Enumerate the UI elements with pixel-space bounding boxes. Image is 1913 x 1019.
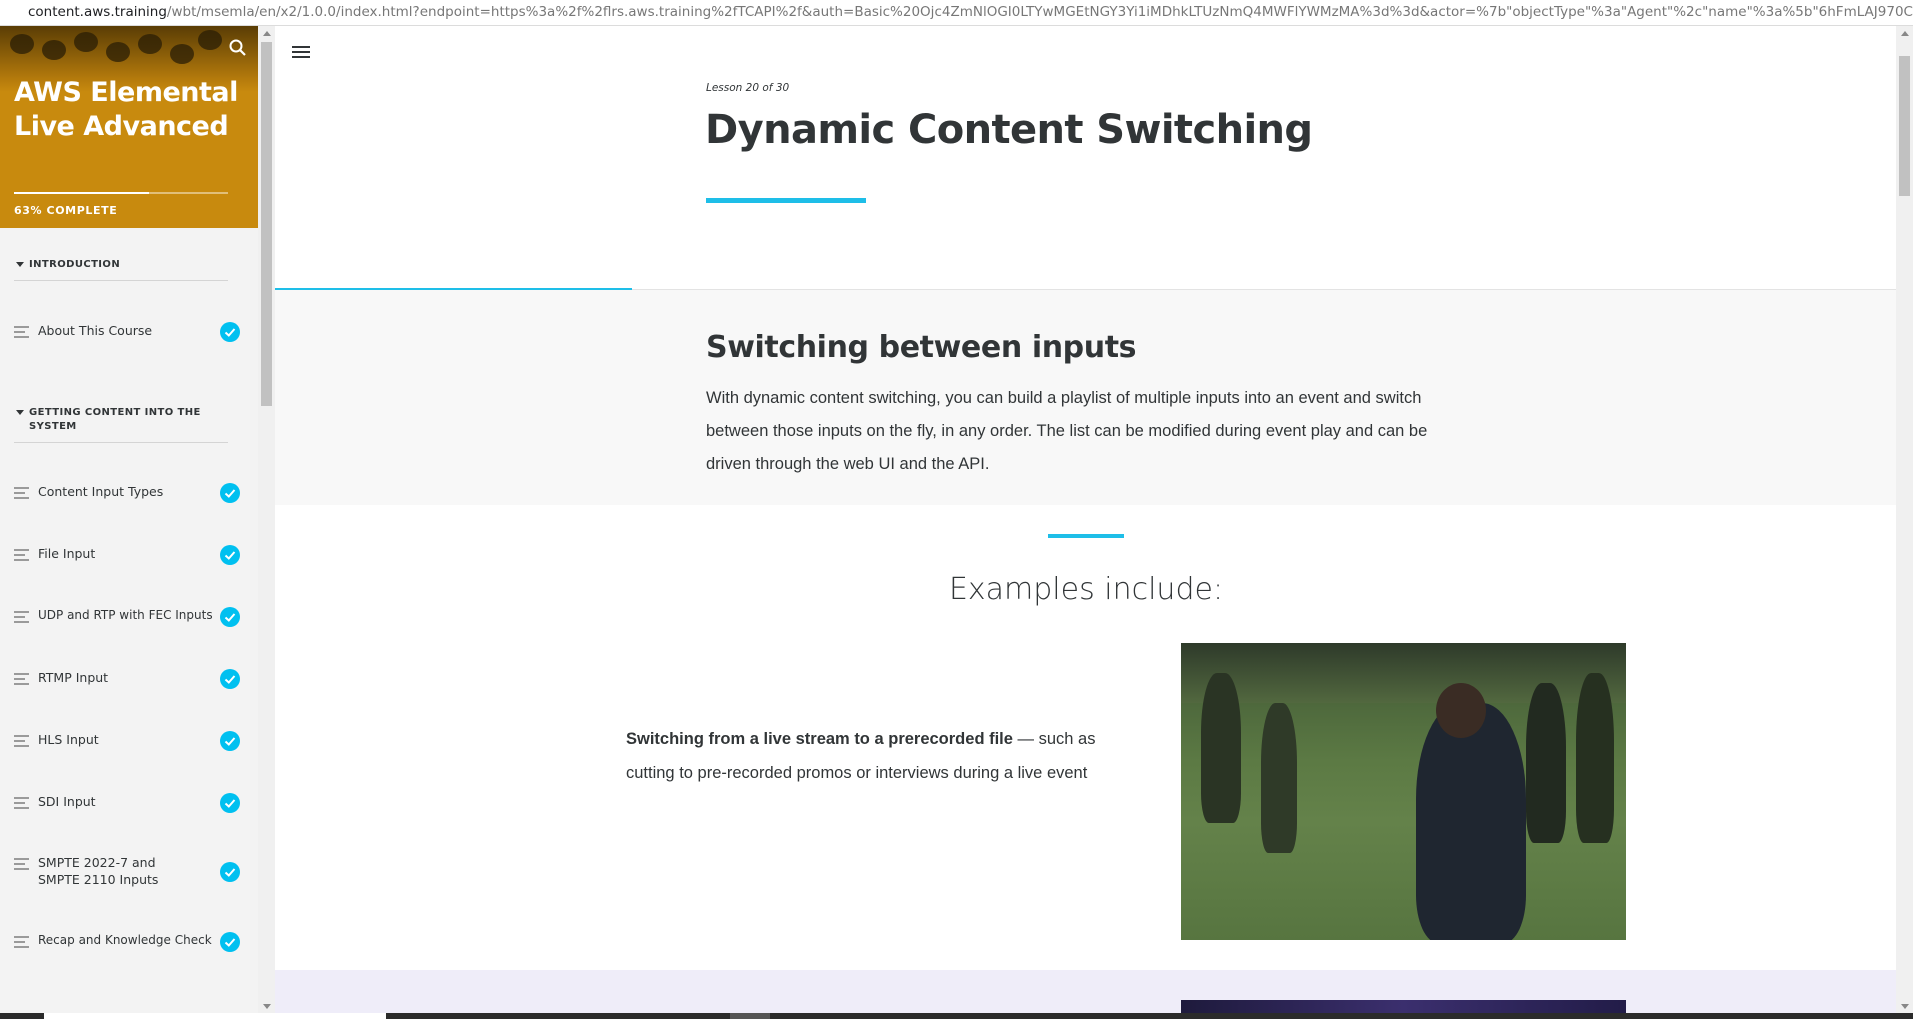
url-path: /wbt/msemla/en/x2/1.0.0/index.html?endpo… xyxy=(166,4,1913,20)
photo-figure xyxy=(1416,703,1526,940)
caret-down-icon xyxy=(16,410,24,415)
checkmark-icon xyxy=(220,322,240,342)
checkmark-icon xyxy=(220,793,240,813)
lesson-lines-icon xyxy=(14,611,29,623)
lesson-lines-icon xyxy=(14,858,29,870)
scroll-up-arrow-icon[interactable] xyxy=(1901,31,1909,36)
section-introduction[interactable]: INTRODUCTION xyxy=(14,258,228,281)
photo-figure xyxy=(1261,703,1297,853)
course-header: AWS Elemental Live Advanced 63% COMPLETE xyxy=(0,26,258,228)
title-accent-rule xyxy=(706,198,866,203)
checkmark-icon xyxy=(220,669,240,689)
lesson-title: Dynamic Content Switching xyxy=(705,107,1313,153)
content-scroll-thumb[interactable] xyxy=(1899,56,1910,196)
lesson-item-sdi-input[interactable]: SDI Input xyxy=(14,793,240,827)
checkmark-icon xyxy=(220,607,240,627)
banner-texture xyxy=(106,42,130,62)
lesson-item-about-this-course[interactable]: About This Course xyxy=(14,322,240,356)
photo-figure xyxy=(1526,683,1566,843)
course-sidebar: AWS Elemental Live Advanced 63% COMPLETE… xyxy=(0,26,258,1013)
lesson-label: File Input xyxy=(38,546,96,561)
example-photo-next xyxy=(1181,1000,1626,1013)
checkmark-icon xyxy=(220,862,240,882)
lesson-item-content-input-types[interactable]: Content Input Types xyxy=(14,483,240,517)
section-title: INTRODUCTION xyxy=(29,259,121,270)
banner-texture xyxy=(170,44,194,64)
taskbar-segment xyxy=(44,1013,386,1019)
lesson-label: RTMP Input xyxy=(38,670,109,685)
lesson-label: Content Input Types xyxy=(38,484,164,499)
search-icon[interactable] xyxy=(228,38,248,58)
lesson-item-hls-input[interactable]: HLS Input xyxy=(14,731,240,765)
intro-paragraph: With dynamic content switching, you can … xyxy=(706,389,1428,473)
content-scrollbar[interactable] xyxy=(1896,26,1913,1013)
caret-down-icon xyxy=(16,262,24,267)
lesson-counter: Lesson 20 of 30 xyxy=(706,82,790,94)
lesson-lines-icon xyxy=(14,936,29,948)
checkmark-icon xyxy=(220,483,240,503)
checkmark-icon xyxy=(220,545,240,565)
lesson-lines-icon xyxy=(14,326,29,338)
course-progress-fill xyxy=(14,192,149,194)
lesson-lines-icon xyxy=(14,735,29,747)
url-host: content.aws.training xyxy=(28,4,167,20)
banner-texture xyxy=(42,40,66,60)
taskbar-strip xyxy=(0,1013,1913,1019)
banner-texture xyxy=(74,32,98,52)
switching-inputs-block: Switching between inputs With dynamic co… xyxy=(275,290,1897,505)
lesson-lines-icon xyxy=(14,673,29,685)
lesson-label: SDI Input xyxy=(38,794,96,809)
hamburger-menu-icon[interactable] xyxy=(292,46,310,60)
photo-figure xyxy=(1576,673,1614,843)
course-progress-label: 63% COMPLETE xyxy=(14,204,118,217)
lesson-item-udp-rtp-fec[interactable]: UDP and RTP with FEC Inputs xyxy=(14,607,240,641)
scroll-up-arrow-icon[interactable] xyxy=(263,31,271,36)
checkmark-icon xyxy=(220,932,240,952)
lesson-item-recap-knowledge-check[interactable]: Recap and Knowledge Check xyxy=(14,932,240,966)
lesson-lines-icon xyxy=(14,797,29,809)
banner-texture xyxy=(10,34,34,54)
course-title: AWS Elemental Live Advanced xyxy=(14,77,238,142)
lesson-label: About This Course xyxy=(38,323,153,338)
checkmark-icon xyxy=(220,731,240,751)
section-heading: Switching between inputs xyxy=(706,330,1137,365)
lesson-label: UDP and RTP with FEC Inputs xyxy=(38,608,213,622)
examples-heading: Examples include: xyxy=(948,572,1224,607)
example-bold-text: Switching from a live stream to a prerec… xyxy=(626,730,1013,748)
photo-figure xyxy=(1436,683,1486,738)
example-text: Switching from a live stream to a prerec… xyxy=(626,722,1126,790)
lesson-lines-icon xyxy=(14,549,29,561)
address-bar[interactable]: content.aws.training/wbt/msemla/en/x2/1.… xyxy=(0,0,1913,26)
example-photo-soccer-field xyxy=(1181,643,1626,940)
course-progress-bar xyxy=(14,192,228,194)
lesson-label: Recap and Knowledge Check xyxy=(38,933,212,947)
sidebar-scrollbar[interactable] xyxy=(258,26,275,1013)
sidebar-scroll-thumb[interactable] xyxy=(261,42,272,406)
lesson-content: Lesson 20 of 30 Dynamic Content Switchin… xyxy=(275,26,1897,1013)
section-getting-content-into-the-system[interactable]: GETTING CONTENT INTO THE SYSTEM xyxy=(14,406,228,443)
lesson-item-smpte-inputs[interactable]: SMPTE 2022-7 and SMPTE 2110 Inputs xyxy=(14,854,240,898)
section-accent-rule xyxy=(1048,534,1124,538)
taskbar-segment xyxy=(730,1013,770,1019)
lesson-label: SMPTE 2022-7 and SMPTE 2110 Inputs xyxy=(38,855,159,887)
lesson-label: HLS Input xyxy=(38,732,99,747)
lesson-item-rtmp-input[interactable]: RTMP Input xyxy=(14,669,240,703)
photo-figure xyxy=(1201,673,1241,823)
next-example-block xyxy=(275,970,1897,1013)
scroll-down-arrow-icon[interactable] xyxy=(263,1004,271,1009)
section-title: GETTING CONTENT INTO THE SYSTEM xyxy=(29,407,201,432)
lesson-lines-icon xyxy=(14,487,29,499)
banner-texture xyxy=(198,30,222,50)
banner-texture xyxy=(138,34,162,54)
lesson-item-file-input[interactable]: File Input xyxy=(14,545,240,579)
scroll-down-arrow-icon[interactable] xyxy=(1901,1004,1909,1009)
